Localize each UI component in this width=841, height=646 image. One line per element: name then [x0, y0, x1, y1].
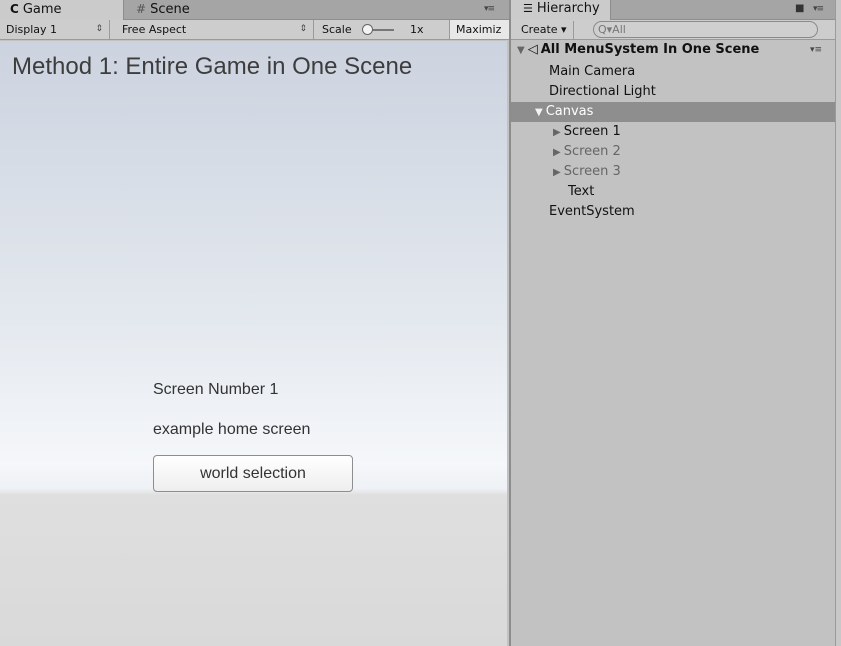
game-viewport: Method 1: Entire Game in One Scene Scree… — [0, 41, 507, 646]
hierarchy-panel: ☰ Hierarchy ■ ▾≡ Create ▾ Q▾All ▼ ◁ All Men… — [509, 0, 841, 646]
scale-label: Scale — [322, 23, 352, 36]
tab-game[interactable]: C Game — [0, 0, 124, 20]
panel-menu-icon[interactable]: ▾≡ — [484, 4, 495, 14]
item-label: Text — [568, 184, 595, 199]
item-label: Directional Light — [549, 84, 656, 99]
unity-scene-icon: ◁ — [527, 42, 538, 57]
hierarchy-item-directional-light[interactable]: Directional Light — [511, 82, 835, 102]
updown-arrow-icon: ⇕ — [95, 24, 103, 34]
item-label: EventSystem — [549, 204, 635, 219]
item-label: Screen 1 — [563, 124, 621, 139]
hierarchy-toolbar: Create ▾ Q▾All — [511, 20, 835, 40]
hierarchy-item-screen-3[interactable]: ▶ Screen 3 — [511, 162, 835, 182]
hierarchy-item-eventsystem[interactable]: EventSystem — [511, 202, 835, 222]
hierarchy-tabbar: ☰ Hierarchy ■ ▾≡ — [511, 0, 835, 20]
scale-value: 1x — [410, 23, 424, 36]
grid-icon: # — [136, 2, 147, 16]
display-dropdown[interactable]: Display 1 ⇕ — [0, 20, 110, 39]
hierarchy-item-screen-1[interactable]: ▶ Screen 1 — [511, 122, 835, 142]
list-icon: ☰ — [523, 2, 533, 15]
create-dropdown[interactable]: Create ▾ — [515, 21, 574, 39]
item-label: Screen 3 — [563, 164, 621, 179]
scene-header[interactable]: ▼ ◁ All MenuSystem In One Scene ▾≡ — [511, 40, 835, 60]
scale-control: Scale 1x — [316, 20, 450, 39]
hierarchy-item-main-camera[interactable]: Main Camera — [511, 62, 835, 82]
item-label: Main Camera — [549, 64, 636, 79]
display-value: Display 1 — [6, 23, 58, 36]
maximize-toggle[interactable]: Maximiz — [450, 20, 509, 39]
maximize-label: Maximiz — [456, 23, 502, 36]
pacman-game-icon: C — [10, 2, 19, 16]
expand-triangle-icon[interactable]: ▼ — [517, 41, 525, 61]
scene-menu-icon[interactable]: ▾≡ — [810, 40, 822, 60]
lock-icon[interactable]: ■ — [795, 3, 804, 14]
expand-triangle-icon[interactable]: ▼ — [535, 103, 543, 123]
tab-scene-label: Scene — [150, 2, 190, 17]
item-label: Canvas — [545, 104, 594, 119]
search-input[interactable]: Q▾All — [593, 21, 818, 38]
scene-name: All MenuSystem In One Scene — [540, 42, 760, 57]
hierarchy-item-canvas[interactable]: ▼ Canvas — [511, 102, 835, 122]
game-panel: C Game # Scene ▾≡ Display 1 ⇕ Free Aspect … — [0, 0, 509, 646]
aspect-dropdown[interactable]: Free Aspect ⇕ — [116, 20, 314, 39]
hierarchy-scrollbar[interactable] — [835, 0, 841, 646]
hierarchy-item-text[interactable]: Text — [511, 182, 835, 202]
panel-menu-icon[interactable]: ▾≡ — [813, 4, 824, 14]
collapse-triangle-icon[interactable]: ▶ — [553, 143, 561, 163]
aspect-value: Free Aspect — [122, 23, 187, 36]
world-selection-button[interactable]: world selection — [153, 455, 353, 492]
collapse-triangle-icon[interactable]: ▶ — [553, 123, 561, 143]
updown-arrow-icon: ⇕ — [299, 24, 307, 34]
game-title: Method 1: Entire Game in One Scene — [12, 53, 413, 80]
tab-hierarchy[interactable]: ☰ Hierarchy — [511, 0, 611, 20]
scale-slider-thumb[interactable] — [362, 24, 373, 35]
tab-scene[interactable]: # Scene — [126, 0, 246, 20]
collapse-triangle-icon[interactable]: ▶ — [553, 163, 561, 183]
screen-number-text: Screen Number 1 — [153, 381, 279, 398]
hierarchy-item-screen-2[interactable]: ▶ Screen 2 — [511, 142, 835, 162]
game-tabbar: C Game # Scene ▾≡ — [0, 0, 509, 20]
game-toolbar: Display 1 ⇕ Free Aspect ⇕ Scale 1x Maxim… — [0, 20, 509, 40]
home-screen-text: example home screen — [153, 421, 311, 438]
item-label: Screen 2 — [563, 144, 621, 159]
tab-game-label: Game — [22, 2, 62, 17]
tab-hierarchy-label: Hierarchy — [536, 1, 600, 16]
